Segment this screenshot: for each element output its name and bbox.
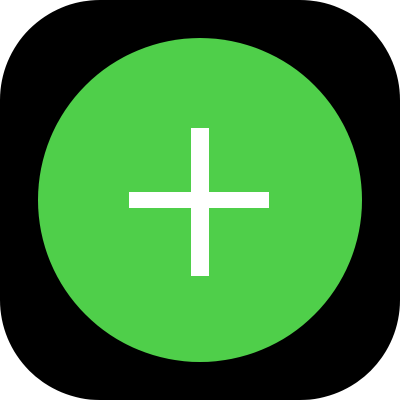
app-icon-tile [0,0,400,400]
plus-icon-horizontal-bar [129,192,269,208]
plus-icon [129,128,269,276]
add-button[interactable] [38,38,362,362]
